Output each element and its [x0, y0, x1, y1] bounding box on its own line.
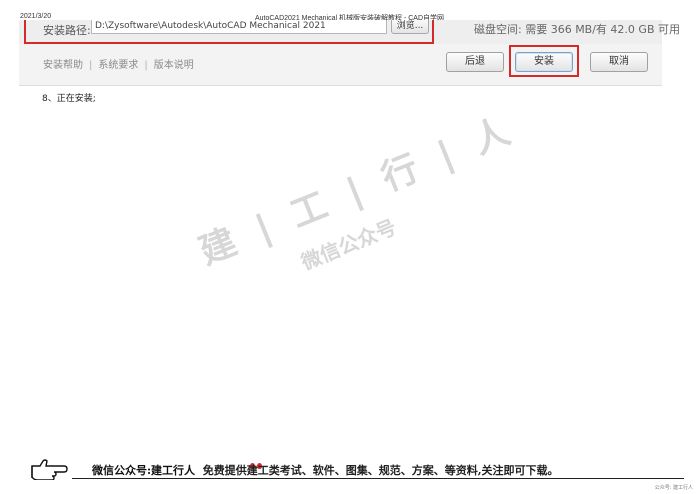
step-instruction: 8、正在安装; [42, 94, 96, 104]
system-requirements-link[interactable]: 系统要求 [98, 60, 138, 71]
watermark: 建 | 工 | 行 | 人 微信公众号 [190, 108, 522, 385]
help-links: 安装帮助 | 系统要求 | 版本说明 [43, 56, 194, 71]
install-highlight-box [509, 45, 579, 77]
quote-mark-icon [250, 454, 264, 469]
link-separator: | [89, 60, 93, 71]
footer-underline [72, 478, 684, 479]
footer-account-text: 微信公众号:建工行人 [92, 464, 196, 477]
footer-offer-text: 免费提供建工类考试、软件、图集、规范、方案、等资料,关注即可下载。 [202, 464, 559, 477]
cancel-button[interactable]: 取消 [590, 52, 648, 72]
watermark-name: 建 | 工 | 行 | 人 [193, 108, 522, 273]
disk-space-info: 磁盘空间: 需要 366 MB/有 42.0 GB 可用 [474, 23, 680, 36]
pointing-hand-icon [31, 459, 68, 480]
installer-panel: 安装路径: D:\Zysoftware\Autodesk\AutoCAD Mec… [19, 20, 680, 86]
link-separator: | [144, 60, 148, 71]
watermark-subtitle: 微信公众号 [297, 214, 400, 275]
release-notes-link[interactable]: 版本说明 [154, 60, 194, 71]
footer-promo-text: 微信公众号:建工行人 免费提供建工类考试、软件、图集、规范、方案、等资料,关注即… [92, 462, 559, 478]
install-help-link[interactable]: 安装帮助 [43, 60, 83, 71]
corner-tag: 公众号: 建工行人 [654, 485, 693, 491]
path-highlight-box [24, 20, 434, 44]
footer-banner: 微信公众号:建工行人 免费提供建工类考试、软件、图集、规范、方案、等资料,关注即… [30, 454, 684, 482]
back-button[interactable]: 后退 [446, 52, 504, 72]
